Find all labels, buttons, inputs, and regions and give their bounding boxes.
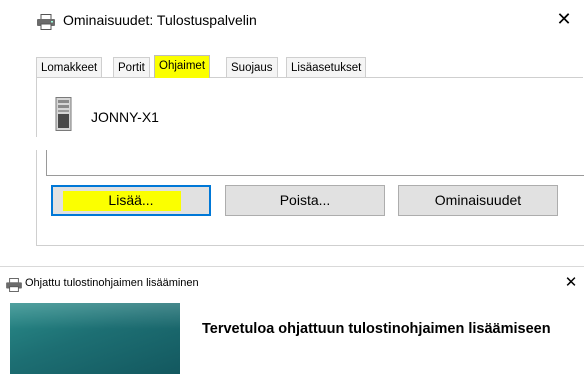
wizard-banner-image (10, 303, 180, 374)
driver-actions: Lisää... Poista... Ominaisuudet (0, 150, 584, 248)
tab-panel-drivers (36, 77, 584, 137)
driver-list[interactable] (46, 150, 584, 176)
properties-dialog: Ominaisuudet: Tulostuspalvelin ✕ Lomakke… (0, 0, 584, 137)
tab-portit[interactable]: Portit (113, 57, 150, 77)
tab-ohjaimet[interactable]: Ohjaimet (154, 55, 211, 78)
properties-button[interactable]: Ominaisuudet (398, 185, 558, 216)
tab-lisaasetukset[interactable]: Lisäasetukset (286, 57, 367, 77)
tab-suojaus[interactable]: Suojaus (226, 57, 278, 77)
server-icon (55, 97, 72, 131)
remove-button[interactable]: Poista... (225, 185, 385, 216)
wizard-border (0, 266, 584, 267)
wizard-heading: Tervetuloa ohjattuun tulostinohjaimen li… (202, 321, 551, 337)
dialog-title: Ominaisuudet: Tulostuspalvelin (63, 12, 257, 28)
add-driver-wizard: Ohjattu tulostinohjaimen lisääminen ✕ Te… (0, 266, 584, 374)
panel-border-left (36, 150, 37, 246)
add-button[interactable]: Lisää... (51, 185, 211, 216)
title-bar: Ominaisuudet: Tulostuspalvelin ✕ (0, 0, 584, 40)
add-button-label: Lisää... (108, 192, 154, 208)
tab-lomakkeet[interactable]: Lomakkeet (36, 57, 103, 77)
banner-shine (10, 303, 180, 329)
tab-strip: Lomakkeet Portit Ohjaimet Suojaus Lisäas… (36, 55, 583, 78)
server-name: JONNY-X1 (91, 109, 159, 125)
printer-icon (6, 278, 22, 292)
panel-border-bottom (36, 245, 584, 246)
wizard-title: Ohjattu tulostinohjaimen lisääminen (25, 277, 199, 289)
wizard-close-button[interactable]: ✕ (562, 274, 580, 292)
close-button[interactable]: ✕ (554, 9, 574, 29)
printer-icon (37, 14, 55, 30)
